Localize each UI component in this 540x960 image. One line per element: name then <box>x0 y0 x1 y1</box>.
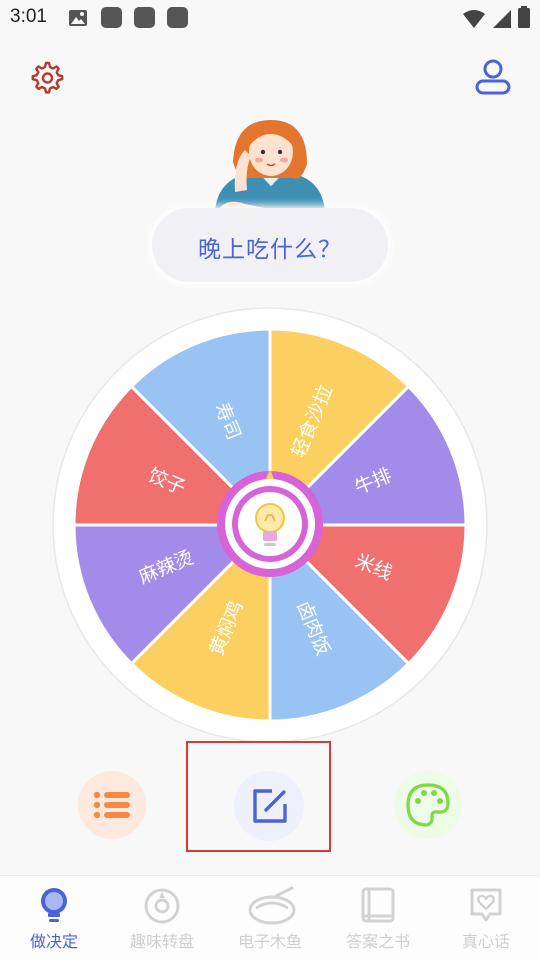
heart-chat-icon <box>470 888 502 922</box>
wooden-fish-icon <box>248 886 296 925</box>
list-icon <box>93 791 130 819</box>
status-bar: 3:01 <box>0 0 540 38</box>
edit-button-highlight-box <box>186 741 331 852</box>
tab-label: 做决定 <box>29 932 78 951</box>
battery-icon <box>518 6 530 28</box>
wheel-graphic: 轻食沙拉牛排米线卤肉饭黄焖鸡麻辣烫饺子寿司 <box>52 307 488 743</box>
bulb-icon <box>41 888 67 922</box>
question-bubble: 晚上吃什么？ <box>152 208 388 282</box>
wifi-icon <box>463 10 485 28</box>
bottom-tab-bar: 做决定 趣味转盘 电子木鱼 答案之书 真心话 <box>0 875 540 960</box>
tab-decide[interactable]: 做决定 <box>0 876 108 960</box>
app-notification-icon <box>101 7 122 28</box>
question-text: 晚上吃什么？ <box>198 237 342 263</box>
tab-label: 趣味转盘 <box>129 932 194 951</box>
tab-label: 电子木鱼 <box>237 932 302 951</box>
tab-answer-book[interactable]: 答案之书 <box>324 876 432 960</box>
palette-icon <box>406 783 450 827</box>
app-notification-icon <box>134 7 155 28</box>
tab-wooden-fish[interactable]: 电子木鱼 <box>216 876 324 960</box>
cellular-signal-icon <box>493 10 511 28</box>
decision-wheel[interactable]: 轻食沙拉 牛排 米线 卤肉饭 黄焖鸡 麻辣烫 饺子 寿司 <box>50 307 490 747</box>
status-time: 3:01 <box>10 6 47 27</box>
user-profile-icon[interactable] <box>474 58 512 96</box>
options-list-button[interactable] <box>78 771 146 839</box>
theme-palette-button[interactable] <box>394 771 462 839</box>
wheel-icon <box>144 888 180 924</box>
tab-label: 真心话 <box>461 932 510 951</box>
image-notification-icon <box>69 10 87 26</box>
book-icon <box>361 887 395 923</box>
tab-truth[interactable]: 真心话 <box>432 876 540 960</box>
app-notification-icon <box>167 7 188 28</box>
tab-fun-wheel[interactable]: 趣味转盘 <box>108 876 216 960</box>
tab-label: 答案之书 <box>345 932 410 951</box>
settings-gear-icon[interactable] <box>28 60 64 96</box>
mascot-girl-illustration <box>215 120 325 212</box>
